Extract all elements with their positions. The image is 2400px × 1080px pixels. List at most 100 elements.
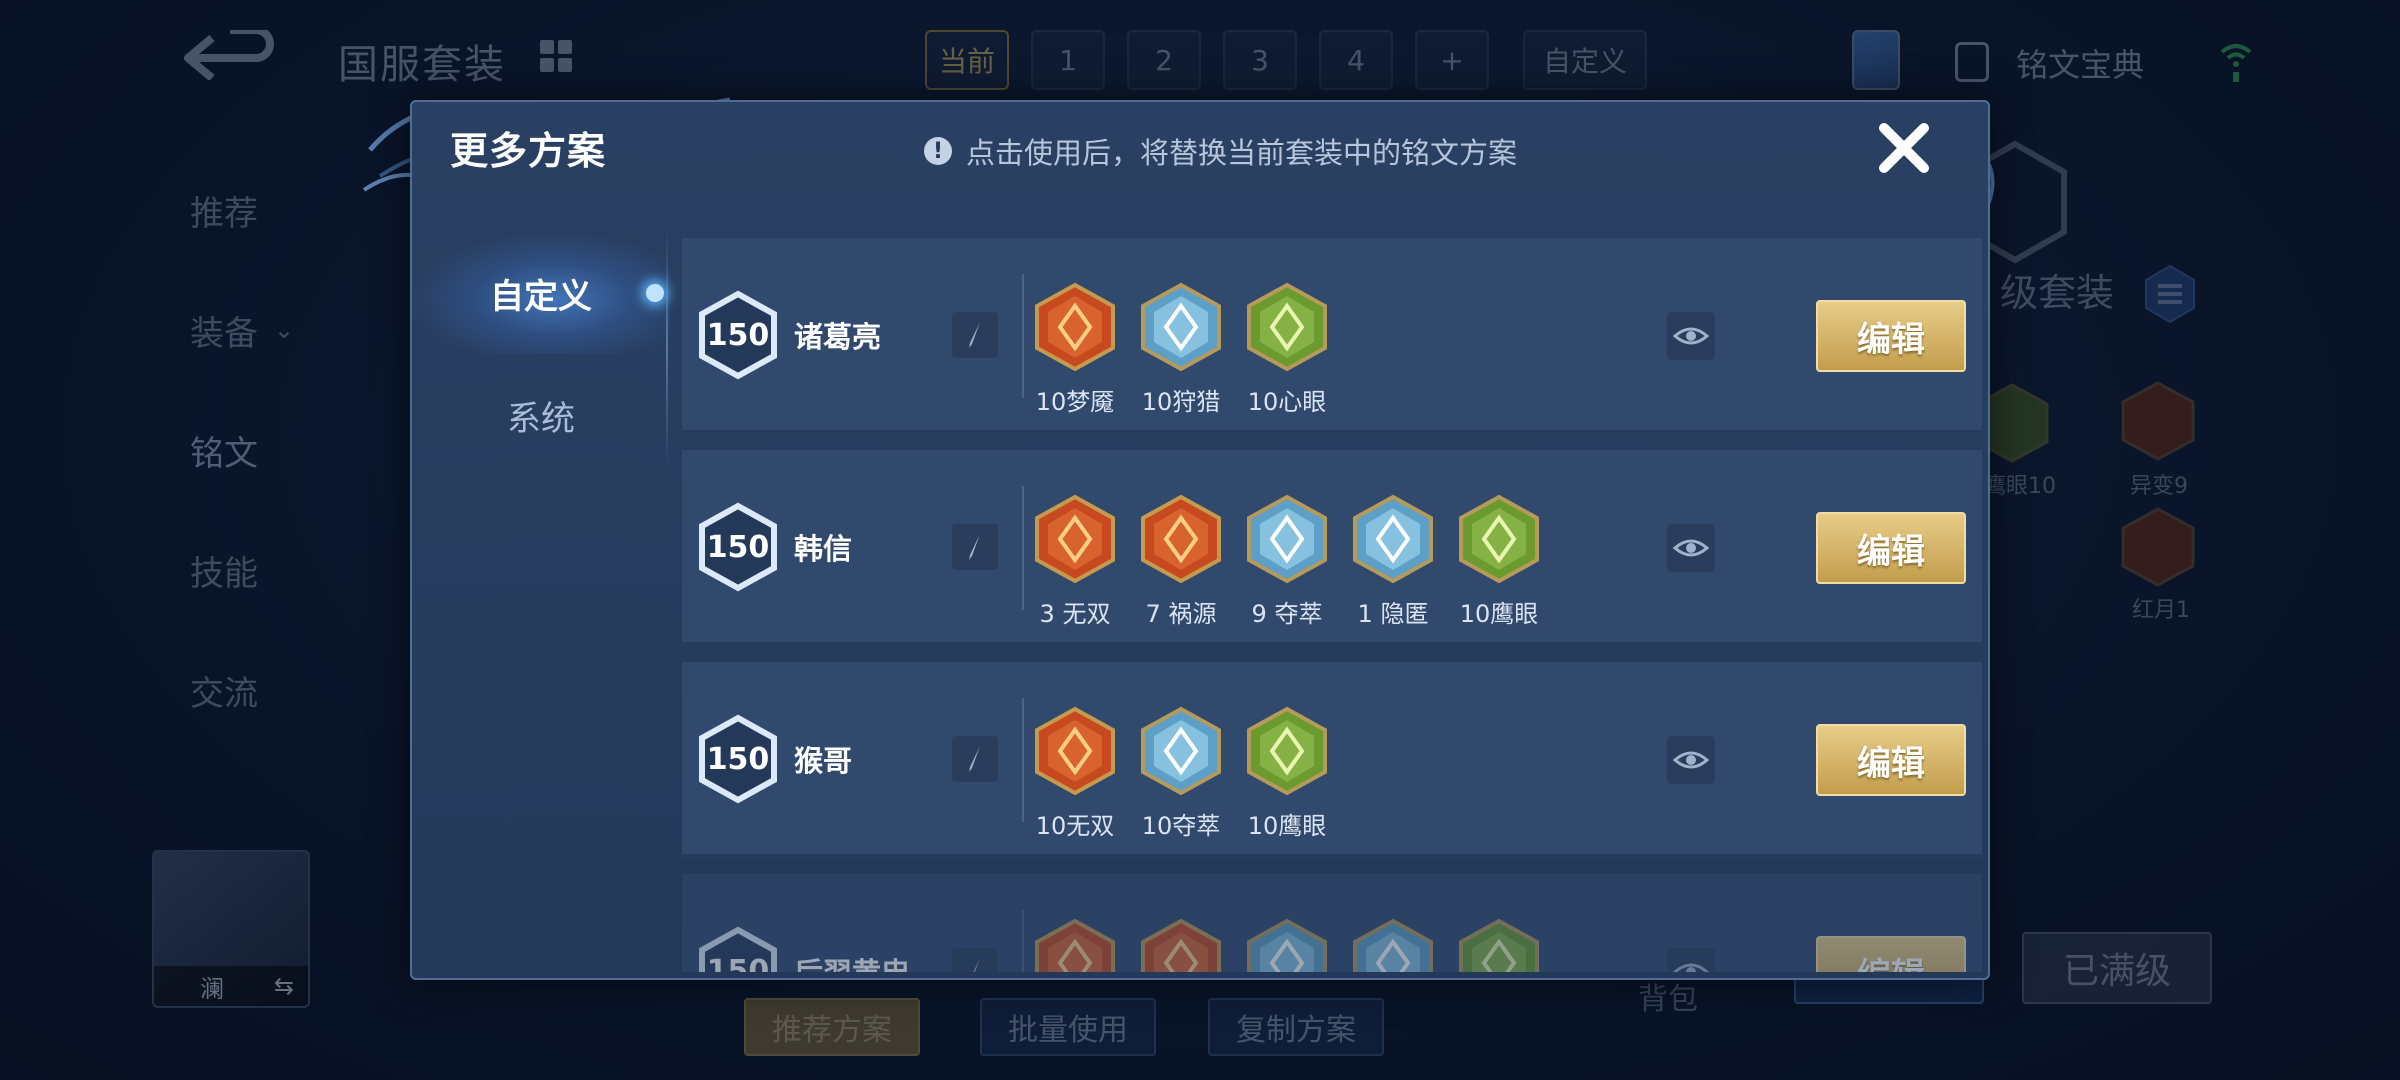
- rename-button[interactable]: [952, 524, 998, 570]
- rune-slot: [1140, 918, 1222, 972]
- red-rune-icon: [1140, 494, 1222, 588]
- rename-button[interactable]: [952, 736, 998, 782]
- grid-menu-icon[interactable]: [540, 40, 572, 72]
- edit-button[interactable]: 编辑: [1816, 512, 1966, 584]
- edit-button[interactable]: 编辑: [1816, 300, 1966, 372]
- batch-use-button[interactable]: 批量使用: [980, 998, 1156, 1056]
- tab-custom[interactable]: 自定义: [1523, 30, 1648, 90]
- side-nav-recommend[interactable]: 推荐: [190, 150, 294, 270]
- red-rune-icon: [2121, 507, 2195, 587]
- hero-avatar[interactable]: 澜 ⇆: [152, 850, 310, 1008]
- preview-button[interactable]: [1667, 948, 1715, 972]
- rune-count-label: 10无双: [1035, 812, 1115, 840]
- side-nav-skills[interactable]: 技能: [190, 510, 294, 630]
- maxed-level-button[interactable]: 已满级: [2022, 932, 2212, 1004]
- eye-icon: [1672, 327, 1710, 345]
- rune-slot: 3 无双: [1034, 494, 1116, 629]
- rune-slot: 9 夺萃: [1246, 494, 1328, 629]
- eye-icon: [1672, 963, 1710, 972]
- active-tab-indicator: [646, 284, 664, 302]
- rune-book-label[interactable]: 铭文宝典: [2016, 40, 2144, 86]
- red-rune-icon: [2121, 381, 2195, 461]
- level-badge: 150: [698, 502, 778, 592]
- blue-rune-icon: [1246, 918, 1328, 972]
- edit-button[interactable]: 编辑: [1816, 936, 1966, 972]
- preview-button[interactable]: [1667, 736, 1715, 784]
- side-nav-community[interactable]: 交流: [190, 630, 294, 750]
- rune-slot: 10狩猎: [1140, 282, 1222, 417]
- rune-count-label: 7 祸源: [1145, 600, 1217, 628]
- edit-button[interactable]: 编辑: [1816, 724, 1966, 796]
- level-badge: 150: [698, 926, 778, 972]
- rune-count-label: 10狩猎: [1141, 388, 1221, 416]
- preview-button[interactable]: [1667, 312, 1715, 360]
- pencil-icon: [969, 746, 980, 772]
- pencil-icon: [973, 958, 980, 972]
- rune-slot: 10无双: [1034, 706, 1116, 841]
- rune-slot: [1352, 918, 1434, 972]
- level-number: 150: [706, 317, 770, 353]
- plan-row: 150 韩信 3 无双 7 祸源 9 夺萃 1 隐匿 10鹰眼 编辑: [682, 450, 1982, 646]
- rune-slot: [1034, 918, 1116, 972]
- recommend-plan-button[interactable]: 推荐方案: [744, 998, 920, 1056]
- bag-label[interactable]: 背包: [1638, 974, 1698, 1018]
- eye-icon: [1672, 539, 1710, 557]
- green-rune-icon: [1458, 918, 1540, 972]
- back-arrow-icon[interactable]: [182, 30, 278, 80]
- hero-card-icon[interactable]: [1852, 30, 1900, 90]
- red-rune-icon: [1034, 918, 1116, 972]
- tab-slot-4[interactable]: 4: [1319, 30, 1394, 90]
- blue-rune-icon: [1352, 494, 1434, 588]
- rune-count-label: 10鹰眼: [1459, 600, 1539, 628]
- tabs-divider: [666, 228, 668, 468]
- rune-count-label: 3 无双: [1039, 600, 1111, 628]
- suit-title: 国服套装: [338, 42, 506, 88]
- tab-system-plans[interactable]: 系统: [412, 354, 670, 476]
- swap-icon[interactable]: ⇆: [274, 972, 294, 1000]
- rune-count-label: 10鹰眼: [1247, 812, 1327, 840]
- red-rune-icon: [1034, 282, 1116, 376]
- level-number: 150: [706, 741, 770, 777]
- mini-rune-label: 异变9: [2130, 474, 2188, 499]
- wifi-icon: [2220, 44, 2252, 82]
- rune-count-label: 10心眼: [1247, 388, 1327, 416]
- list-menu-icon[interactable]: [2144, 264, 2196, 324]
- tab-slot-2[interactable]: 2: [1127, 30, 1202, 90]
- plan-name: 后羿黄忠: [794, 950, 910, 972]
- tab-slot-3[interactable]: 3: [1223, 30, 1298, 90]
- rune-slot: 10鹰眼: [1458, 494, 1540, 629]
- green-rune-icon: [1246, 706, 1328, 800]
- preview-button[interactable]: [1667, 524, 1715, 572]
- tab-add-slot[interactable]: +: [1415, 30, 1490, 90]
- mini-rune-label: 鹰眼10: [1984, 474, 2056, 499]
- info-icon: !: [924, 137, 952, 165]
- side-nav-runes[interactable]: 铭文: [190, 390, 294, 510]
- rune-slot: 1 隐匿: [1352, 494, 1434, 629]
- blue-rune-icon: [1140, 282, 1222, 376]
- rename-button[interactable]: [952, 312, 998, 358]
- plan-row: 150 诸葛亮 10梦魇 10狩猎 10心眼 编辑: [682, 238, 1982, 434]
- rune-book-icon[interactable]: [1955, 42, 1989, 82]
- close-icon[interactable]: [1872, 116, 1936, 180]
- rune-slot: 10梦魇: [1034, 282, 1116, 417]
- row-divider: [1022, 698, 1024, 822]
- side-nav-equipment-label: 装备: [190, 313, 258, 354]
- blue-rune-icon: [1352, 918, 1434, 972]
- side-nav-equipment[interactable]: 装备 ⌄: [190, 270, 294, 390]
- rename-button[interactable]: [952, 948, 998, 972]
- level-suit-label: 级套装: [2000, 271, 2115, 315]
- copy-plan-button[interactable]: 复制方案: [1208, 998, 1384, 1056]
- plan-name: 诸葛亮: [794, 320, 882, 354]
- hero-avatar-name-bar: 澜 ⇆: [154, 966, 308, 1006]
- suit-slot-tabs: 当前 1 2 3 4 + 自定义: [925, 30, 1648, 90]
- rune-set: [1034, 918, 1540, 972]
- green-rune-icon: [1246, 282, 1328, 376]
- more-plans-dialog: 更多方案 ! 点击使用后，将替换当前套装中的铭文方案 自定义 系统 150 诸葛…: [410, 100, 1990, 980]
- tab-slot-1[interactable]: 1: [1031, 30, 1106, 90]
- tab-custom-plans[interactable]: 自定义: [412, 232, 670, 354]
- tab-current[interactable]: 当前: [925, 30, 1010, 90]
- plan-row: 150 猴哥 10无双 10夺萃 10鹰眼 编辑: [682, 662, 1982, 858]
- plan-list[interactable]: 150 诸葛亮 10梦魇 10狩猎 10心眼 编辑 150 韩信 3 无双 7 …: [682, 208, 1982, 972]
- blue-rune-icon: [1246, 494, 1328, 588]
- level-number: 150: [706, 953, 770, 973]
